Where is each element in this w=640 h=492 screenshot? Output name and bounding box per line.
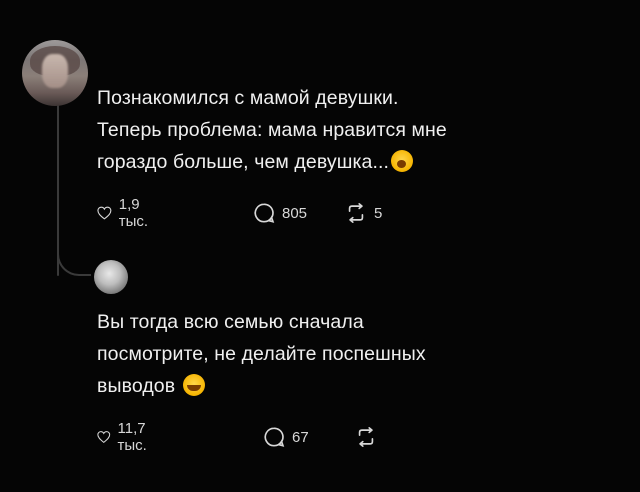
comment-button[interactable]: 805 — [253, 201, 307, 225]
like-count: 1,9 тыс. — [118, 196, 149, 230]
comment-count: 805 — [282, 204, 308, 222]
reply-text: Вы тогда всю семью сначала посмотрите, н… — [97, 306, 537, 402]
like-button[interactable]: 1,9 тыс. — [97, 196, 155, 230]
author-avatar[interactable] — [22, 40, 88, 106]
repost-count: 5 — [374, 204, 383, 222]
post-text: Познакомился с мамой девушки. Теперь про… — [97, 82, 537, 178]
reply-comment-count: 67 — [292, 428, 309, 446]
post-text-line: Познакомился с мамой девушки. — [97, 87, 399, 109]
thread-connector — [57, 242, 91, 276]
reply-like-button[interactable]: 11,7 тыс. — [97, 420, 155, 454]
comment-icon — [264, 427, 285, 447]
reply-text-line: выводов — [97, 370, 537, 402]
reply-comment-button[interactable]: 67 — [263, 425, 309, 449]
tears-of-joy-emoji-icon — [182, 374, 205, 396]
reply-repost-button[interactable] — [355, 425, 377, 449]
avatar-face — [42, 54, 68, 88]
reply-author-avatar[interactable] — [94, 260, 128, 294]
heart-icon — [97, 431, 111, 443]
comment-icon — [254, 203, 275, 223]
repost-button[interactable]: 5 — [345, 201, 382, 225]
reply-text-line: посмотрите, не делайте поспешных — [97, 343, 426, 365]
astonished-emoji-icon — [391, 150, 414, 172]
heart-icon — [97, 206, 112, 220]
repost-icon — [358, 427, 374, 447]
post-text-line: Теперь проблема: мама нравится мне — [97, 119, 447, 141]
reply-text-line: Вы тогда всю семью сначала — [97, 311, 364, 333]
reply-like-count: 11,7 тыс. — [117, 420, 147, 454]
repost-icon — [348, 203, 364, 223]
post-text-line: гораздо больше, чем девушка... — [97, 146, 537, 178]
